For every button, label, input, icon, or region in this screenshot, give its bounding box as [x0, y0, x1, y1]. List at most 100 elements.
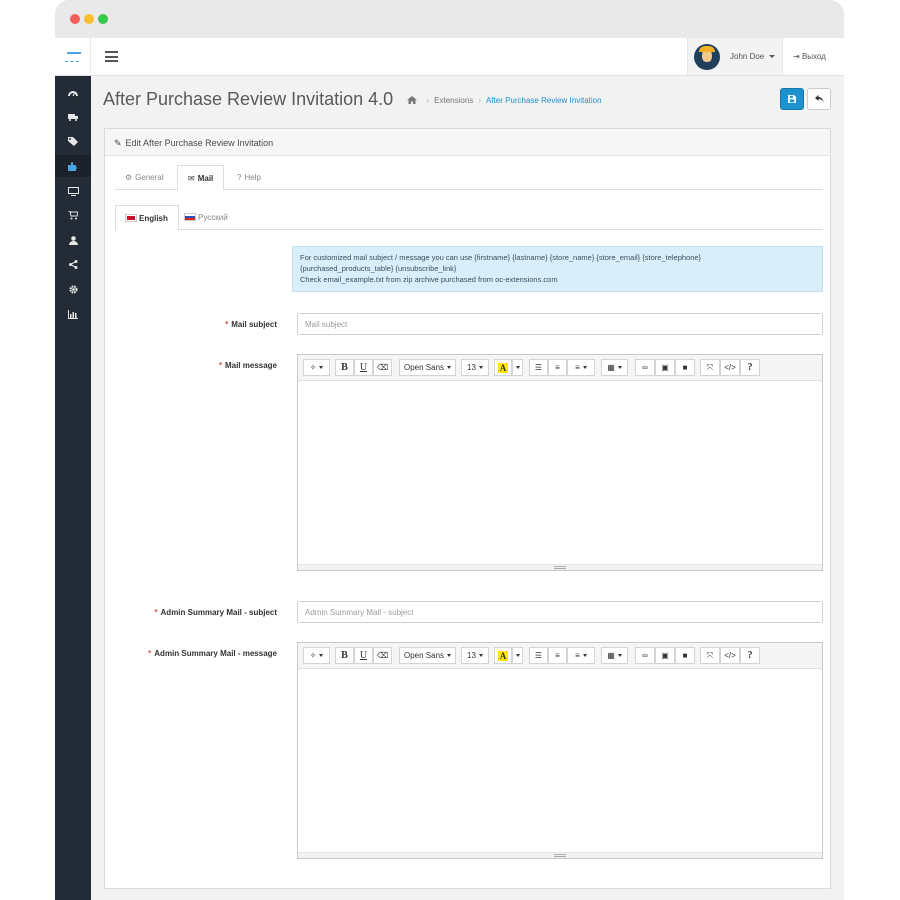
mail-subject-input[interactable]	[297, 313, 823, 335]
tab-help-label: Help	[244, 173, 261, 182]
admin-subject-input[interactable]	[297, 601, 823, 623]
sidebar-item-sales[interactable]	[55, 204, 91, 226]
eraser-button[interactable]: ⌫	[373, 647, 392, 664]
editor-resize-handle[interactable]	[298, 564, 822, 570]
link-button[interactable]: ∞	[635, 647, 655, 664]
logout-link[interactable]: ⇥ Выход	[793, 52, 826, 61]
sidebar	[55, 76, 91, 900]
fullscreen-button[interactable]: ⤧	[700, 359, 720, 376]
video-icon: ■	[682, 651, 688, 660]
paragraph-dropdown[interactable]: ≡	[567, 647, 595, 664]
breadcrumb-extensions[interactable]: Extensions	[434, 96, 473, 105]
code-view-button[interactable]: </>	[720, 359, 740, 376]
image-button[interactable]: ▣	[655, 647, 675, 664]
sidebar-item-tags[interactable]	[55, 130, 91, 152]
magic-wand-icon: ✧	[309, 363, 317, 372]
settings-icon	[68, 284, 78, 294]
breadcrumb-current[interactable]: After Purchase Review Invitation	[486, 96, 602, 105]
mail-subject-label: * Mail subject	[225, 320, 277, 329]
table-icon: ▦	[607, 363, 615, 372]
design-icon	[67, 186, 79, 196]
close-window-button[interactable]	[70, 14, 80, 24]
english-flag-icon	[125, 214, 137, 222]
font-family-dropdown[interactable]: Open Sans	[399, 359, 456, 376]
tab-mail-label: Mail	[197, 174, 214, 183]
underline-button[interactable]: U	[354, 359, 373, 376]
question-circle-icon: ?	[237, 173, 242, 182]
highlight-color-dropdown[interactable]	[512, 359, 523, 376]
maximize-window-button[interactable]	[98, 14, 108, 24]
share-icon	[68, 259, 77, 269]
fullscreen-button[interactable]: ⤧	[700, 647, 720, 664]
ordered-list-button[interactable]: ≡	[548, 359, 567, 376]
catalog-icon	[68, 114, 78, 121]
tab-help[interactable]: ? Help	[227, 165, 271, 190]
minimize-window-button[interactable]	[84, 14, 94, 24]
mail-message-textarea[interactable]	[298, 382, 822, 564]
back-button[interactable]	[807, 88, 831, 110]
code-view-button[interactable]: </>	[720, 647, 740, 664]
eraser-button[interactable]: ⌫	[373, 359, 392, 376]
help-button[interactable]: ?	[740, 647, 760, 664]
sidebar-item-design[interactable]	[55, 180, 91, 202]
style-button[interactable]: ✧	[303, 359, 330, 376]
magic-wand-icon: ✧	[309, 651, 317, 660]
ordered-list-button[interactable]: ≡	[548, 647, 567, 664]
highlight-color-button[interactable]: A	[494, 359, 512, 376]
unordered-list-button[interactable]: ☰	[529, 647, 548, 664]
highlight-color-dropdown[interactable]	[512, 647, 523, 664]
logo[interactable]	[55, 38, 91, 75]
link-button[interactable]: ∞	[635, 359, 655, 376]
admin-message-textarea[interactable]	[298, 670, 822, 852]
tags-icon	[68, 136, 78, 146]
menu-toggle-button[interactable]	[105, 51, 118, 62]
sidebar-item-catalog[interactable]	[55, 106, 91, 128]
user-name: John Doe	[730, 52, 765, 61]
main-content: After Purchase Review Invitation 4.0 › E…	[91, 76, 844, 900]
bold-button[interactable]: B	[335, 647, 354, 664]
font-size-dropdown[interactable]: 13	[461, 647, 489, 664]
sidebar-item-customers[interactable]	[55, 229, 91, 251]
video-button[interactable]: ■	[675, 647, 695, 664]
help-button[interactable]: ?	[740, 359, 760, 376]
unordered-list-button[interactable]: ☰	[529, 359, 548, 376]
tab-general[interactable]: ⚙ General	[115, 165, 174, 190]
sidebar-item-dashboard[interactable]	[55, 82, 91, 104]
save-icon	[788, 95, 796, 103]
image-button[interactable]: ▣	[655, 359, 675, 376]
bold-button[interactable]: B	[335, 359, 354, 376]
underline-button[interactable]: U	[354, 647, 373, 664]
paragraph-dropdown[interactable]: ≡	[567, 359, 595, 376]
browser-window: John Doe ⇥ Выход After Purchase Review I…	[55, 0, 844, 900]
list-ul-icon: ☰	[534, 363, 543, 372]
panel-heading: ✎ Edit After Purchase Review Invitation	[105, 129, 830, 156]
video-button[interactable]: ■	[675, 359, 695, 376]
font-size-dropdown[interactable]: 13	[461, 359, 489, 376]
panel-heading-text: Edit After Purchase Review Invitation	[125, 138, 274, 148]
tab-russian-label: Русский	[198, 213, 228, 222]
sidebar-item-marketing[interactable]	[55, 253, 91, 275]
cogs-icon: ⚙	[125, 173, 133, 182]
envelope-icon: ✉	[188, 174, 195, 183]
tab-mail[interactable]: ✉ Mail	[177, 165, 225, 191]
russian-flag-icon	[184, 213, 196, 221]
table-dropdown[interactable]: ▦	[601, 359, 628, 376]
tab-language-english[interactable]: English	[115, 205, 179, 231]
sidebar-item-system[interactable]	[55, 278, 91, 300]
save-button[interactable]	[780, 88, 804, 110]
home-icon[interactable]	[407, 96, 417, 104]
style-button[interactable]: ✧	[303, 647, 330, 664]
highlight-color-button[interactable]: A	[494, 647, 512, 664]
tab-language-russian[interactable]: Русский	[175, 205, 238, 230]
tab-english-label: English	[139, 214, 168, 223]
alert-line-1: For customized mail subject / message yo…	[300, 253, 702, 262]
table-dropdown[interactable]: ▦	[601, 647, 628, 664]
font-family-dropdown[interactable]: Open Sans	[399, 647, 456, 664]
top-header: John Doe ⇥ Выход	[55, 38, 844, 76]
sidebar-item-extensions[interactable]	[55, 155, 91, 177]
user-menu[interactable]: John Doe	[687, 38, 783, 75]
mail-message-label: * Mail message	[218, 361, 277, 370]
editor-toolbar: ✧ B U ⌫ Open Sans 13 A ☰ ≡ ≡ ▦ ∞ ▣ ■ ⤧ <…	[298, 355, 822, 381]
sidebar-item-reports[interactable]	[55, 303, 91, 325]
editor-resize-handle[interactable]	[298, 852, 822, 858]
